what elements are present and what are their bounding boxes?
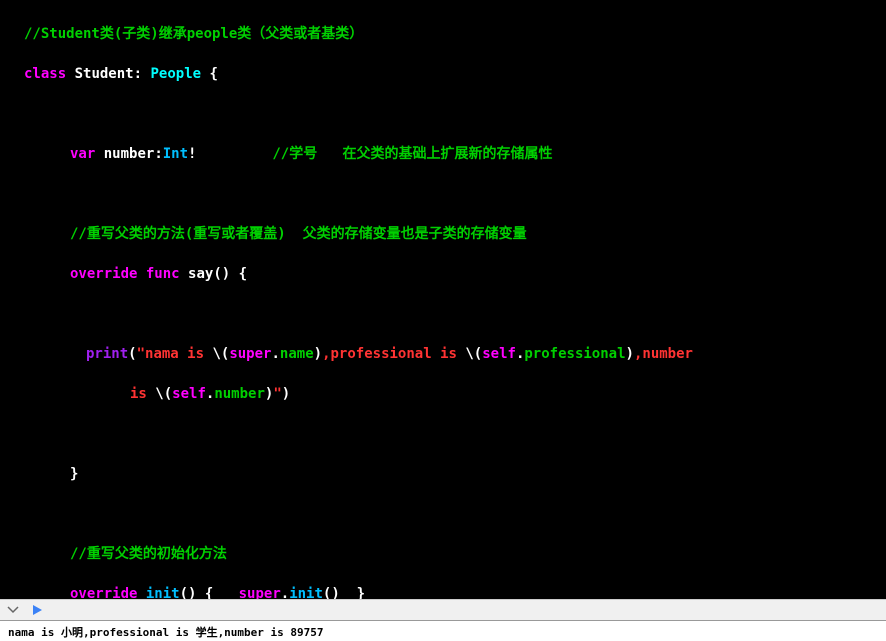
brace: { xyxy=(230,266,247,282)
class-name: Student xyxy=(75,66,134,82)
code-line: override func say() { xyxy=(0,264,886,284)
code-line: } xyxy=(0,464,886,484)
dot: . xyxy=(271,346,279,362)
rparen: ) xyxy=(282,386,290,402)
keyword-var: var xyxy=(70,146,95,162)
property: professional xyxy=(524,346,625,362)
dot: . xyxy=(281,586,289,599)
keyword-super: super xyxy=(229,346,271,362)
comment: //Student类(子类)继承people类（父类或者基类） xyxy=(24,26,363,42)
parens: () xyxy=(323,586,340,599)
blank-line xyxy=(0,424,886,444)
parent-class: People xyxy=(150,66,201,82)
comment: //重写父类的方法(重写或者覆盖) 父类的存储变量也是子类的存储变量 xyxy=(70,226,527,242)
console-toolbar xyxy=(0,599,886,621)
keyword-self: self xyxy=(482,346,516,362)
string: is xyxy=(130,386,155,402)
lparen: ( xyxy=(128,346,136,362)
code-line: override init() { super.init() } xyxy=(0,584,886,599)
blank-line xyxy=(0,304,886,324)
code-line: //重写父类的方法(重写或者覆盖) 父类的存储变量也是子类的存储变量 xyxy=(0,224,886,244)
func-name: say xyxy=(188,266,213,282)
string: ,professional is xyxy=(322,346,465,362)
interp-open: \( xyxy=(155,386,172,402)
property: number xyxy=(214,386,265,402)
code-line-wrap: is \(self.number)") xyxy=(0,384,886,404)
colon: : xyxy=(154,146,162,162)
init-call: init xyxy=(289,586,323,599)
interp-close: ) xyxy=(626,346,634,362)
toggle-console-icon[interactable] xyxy=(6,603,20,617)
comment: //学号 在父类的基础上扩展新的存储属性 xyxy=(196,146,552,162)
keyword-override: override xyxy=(70,586,137,599)
brace: { xyxy=(196,586,238,599)
code-line: var number:Int! //学号 在父类的基础上扩展新的存储属性 xyxy=(0,144,886,164)
parens: () xyxy=(213,266,230,282)
code-line: //重写父类的初始化方法 xyxy=(0,544,886,564)
keyword-super: super xyxy=(239,586,281,599)
blank-line xyxy=(0,184,886,204)
keyword-func: func xyxy=(146,266,180,282)
colon: : xyxy=(134,66,142,82)
parens: () xyxy=(180,586,197,599)
string: ,number xyxy=(634,346,693,362)
run-icon[interactable] xyxy=(30,603,44,617)
code-line: //Student类(子类)继承people类（父类或者基类） xyxy=(0,24,886,44)
code-line: class Student: People { xyxy=(0,64,886,84)
interp-open: \( xyxy=(465,346,482,362)
blank-line xyxy=(0,504,886,524)
keyword-class: class xyxy=(24,66,66,82)
interp-close: ) xyxy=(314,346,322,362)
string: "nama is xyxy=(137,346,213,362)
blank-line xyxy=(0,104,886,124)
type: Int xyxy=(163,146,188,162)
print-call: print xyxy=(86,346,128,362)
string: " xyxy=(273,386,281,402)
comment: //重写父类的初始化方法 xyxy=(70,546,227,562)
brace: } xyxy=(70,466,78,482)
keyword-init: init xyxy=(146,586,180,599)
interp-open: \( xyxy=(212,346,229,362)
console-output: nama is 小明,professional is 学生,number is … xyxy=(0,621,886,641)
keyword-override: override xyxy=(70,266,137,282)
brace: } xyxy=(340,586,365,599)
brace: { xyxy=(210,66,218,82)
property: name xyxy=(280,346,314,362)
code-editor[interactable]: //Student类(子类)继承people类（父类或者基类） class St… xyxy=(0,0,886,599)
var-name: number xyxy=(104,146,155,162)
code-line: print("nama is \(super.name),professiona… xyxy=(0,344,886,364)
keyword-self: self xyxy=(172,386,206,402)
